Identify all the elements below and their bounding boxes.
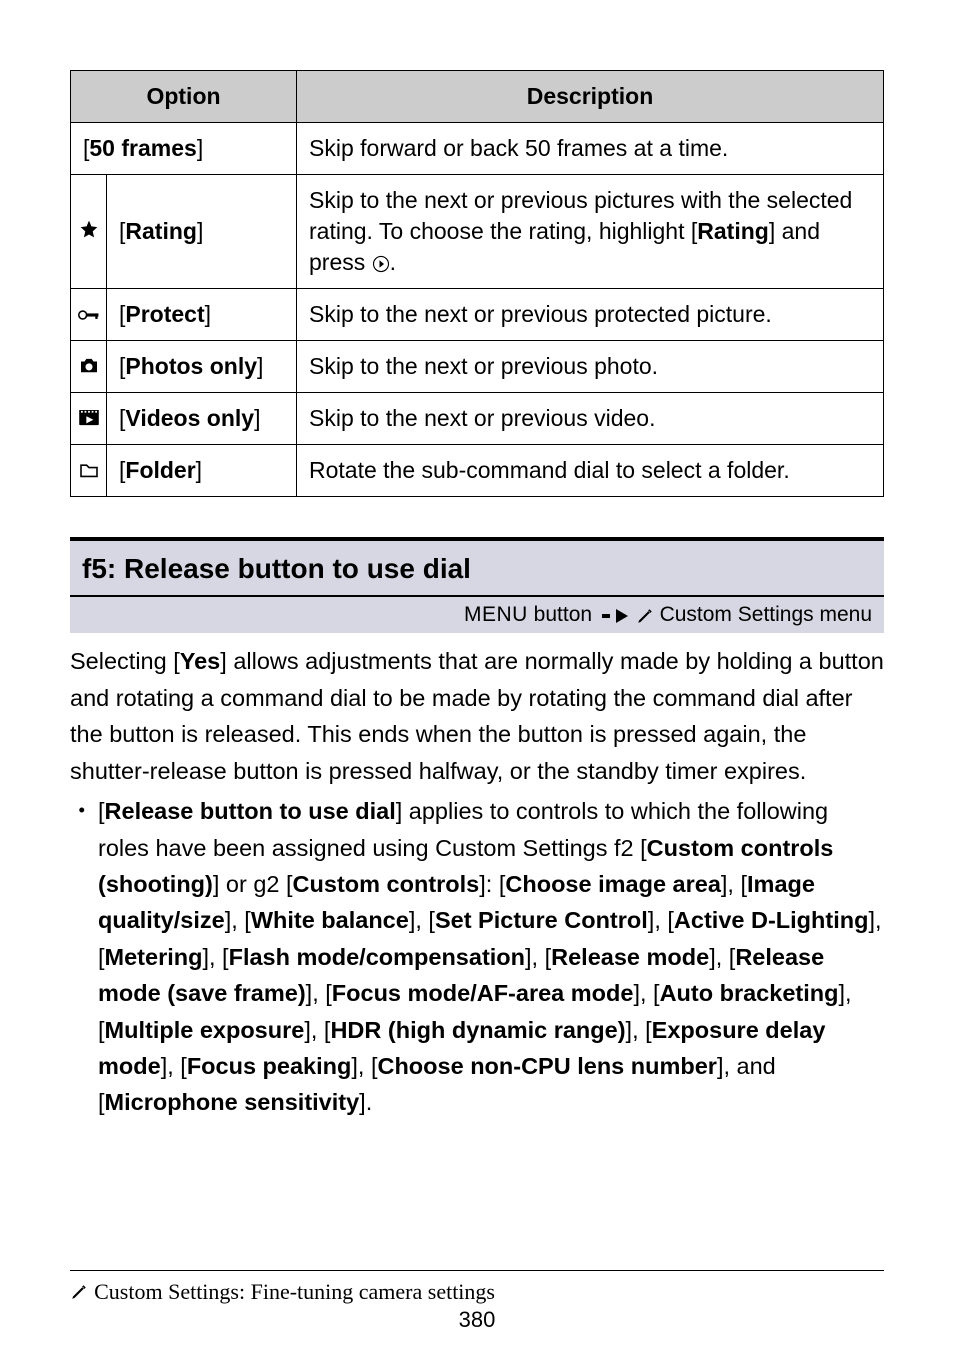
opt-protect: [Protect] <box>107 289 297 341</box>
options-table: Option Description [[50 frames]50 frames… <box>70 70 884 497</box>
section-subheader: MENU button Custom Settings menu <box>70 597 884 633</box>
key-icon <box>71 289 107 341</box>
desc-rating: Skip to the next or previous pictures wi… <box>297 175 884 289</box>
opt-50frames: [[50 frames]50 frames] <box>71 123 297 175</box>
page-number: 380 <box>0 1307 954 1333</box>
table-row: [Rating] Skip to the next or previous pi… <box>71 175 884 289</box>
pencil-icon <box>70 1283 88 1301</box>
desc-folder: Rotate the sub-command dial to select a … <box>297 445 884 497</box>
body-paragraph: Selecting [Yes] allows adjustments that … <box>70 643 884 789</box>
opt-rating: [Rating] <box>107 175 297 289</box>
opt-folder: [Folder] <box>107 445 297 497</box>
table-row: [[50 frames]50 frames] Skip forward or b… <box>71 123 884 175</box>
desc-videos: Skip to the next or previous video. <box>297 393 884 445</box>
pencil-icon <box>636 607 654 625</box>
page-footer: Custom Settings: Fine-tuning camera sett… <box>70 1270 884 1305</box>
arrow-right-icon <box>616 609 628 623</box>
table-row: [Photos only] Skip to the next or previo… <box>71 341 884 393</box>
desc-photos: Skip to the next or previous photo. <box>297 341 884 393</box>
table-row: [Videos only] Skip to the next or previo… <box>71 393 884 445</box>
folder-icon <box>71 445 107 497</box>
multi-selector-right-icon <box>372 255 390 273</box>
camera-icon <box>71 341 107 393</box>
opt-videos: [Videos only] <box>107 393 297 445</box>
list-item: [Release button to use dial] applies to … <box>70 793 884 1121</box>
desc-50frames: Skip forward or back 50 frames at a time… <box>297 123 884 175</box>
section-header: f5: Release button to use dial <box>70 537 884 597</box>
desc-protect: Skip to the next or previous protected p… <box>297 289 884 341</box>
th-description: Description <box>297 71 884 123</box>
opt-photos: [Photos only] <box>107 341 297 393</box>
section-heading: f5: Release button to use dial <box>82 553 872 585</box>
table-row: [Folder] Rotate the sub-command dial to … <box>71 445 884 497</box>
video-icon <box>71 393 107 445</box>
footer-text: Custom Settings: Fine-tuning camera sett… <box>94 1279 495 1304</box>
th-option: Option <box>71 71 297 123</box>
table-row: [Protect] Skip to the next or previous p… <box>71 289 884 341</box>
star-icon <box>71 175 107 289</box>
menu-label: MENU <box>464 603 528 626</box>
